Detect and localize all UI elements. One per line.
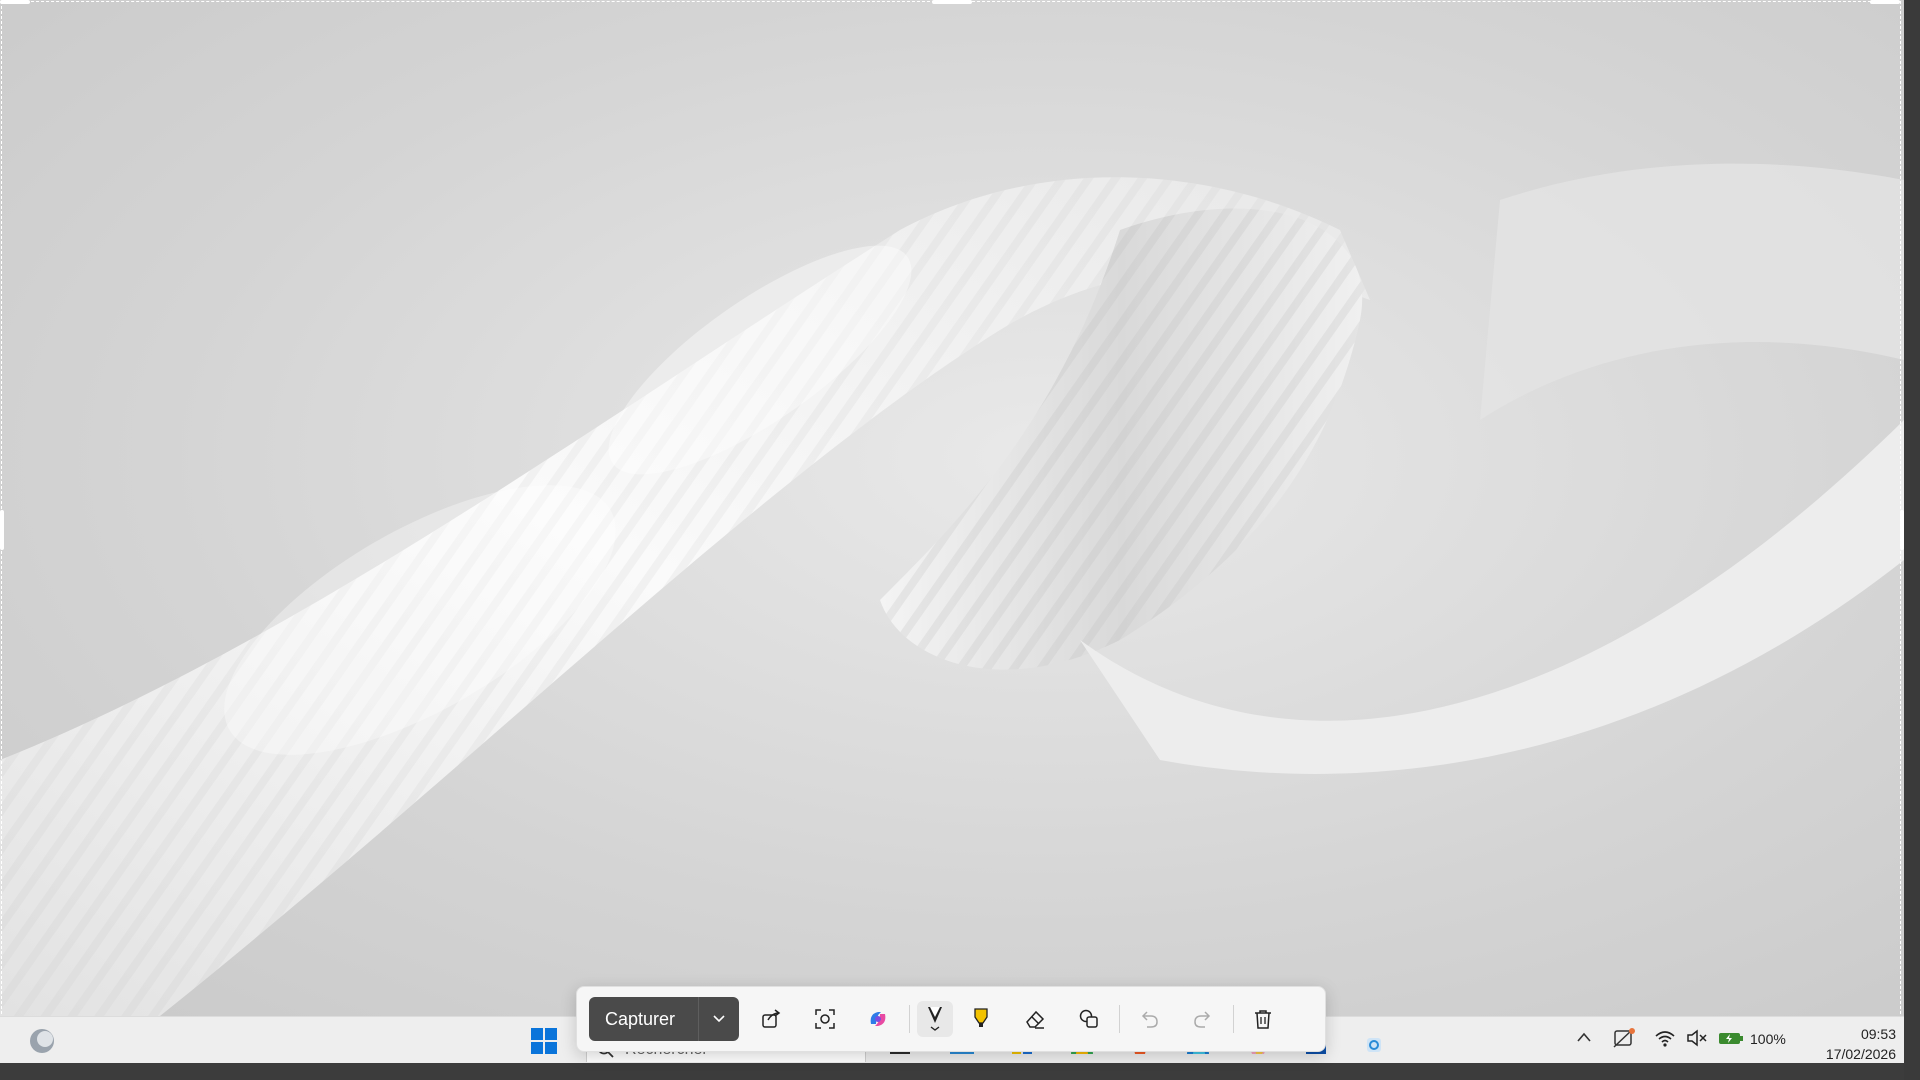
snipping-toolbar: Capturer <box>576 986 1326 1052</box>
clock-date: 17/02/2026 <box>1825 1046 1896 1062</box>
resize-handle-top[interactable] <box>932 0 972 4</box>
clock-time: 09:53 <box>1860 1026 1896 1042</box>
desktop-wallpaper <box>0 0 1904 1016</box>
text-actions-icon[interactable] <box>807 1001 843 1037</box>
toolbar-divider <box>909 1005 910 1033</box>
widgets-icon[interactable] <box>26 1025 58 1057</box>
wifi-icon[interactable] <box>1654 1028 1676 1051</box>
resize-handle-top-right[interactable] <box>1870 0 1900 4</box>
highlighter-icon[interactable] <box>963 1001 999 1037</box>
eraser-icon[interactable] <box>1017 1001 1053 1037</box>
delete-icon[interactable] <box>1245 1001 1281 1037</box>
show-hidden-icons-chevron-up-icon[interactable] <box>1576 1030 1592 1046</box>
screen-edge-right <box>1904 0 1920 1080</box>
redo-icon[interactable] <box>1185 1001 1221 1037</box>
toolbar-divider <box>1119 1005 1120 1033</box>
recycle-icon[interactable] <box>1358 1025 1390 1057</box>
resize-handle-top-left[interactable] <box>0 0 30 4</box>
share-icon[interactable] <box>753 1001 789 1037</box>
capture-button-label: Capturer <box>605 1008 676 1029</box>
battery-charging-icon[interactable] <box>1718 1030 1744 1049</box>
battery-percent: 100% <box>1750 1031 1786 1047</box>
screen-edge-bottom <box>0 1062 1904 1080</box>
volume-muted-icon[interactable] <box>1686 1029 1708 1050</box>
toolbar-divider <box>1233 1005 1234 1033</box>
chevron-down-icon[interactable] <box>698 997 739 1041</box>
undo-icon[interactable] <box>1131 1001 1167 1037</box>
pen-icon[interactable] <box>917 1001 953 1037</box>
copilot-icon[interactable] <box>860 1001 896 1037</box>
clock[interactable]: 09:53 17/02/2026 <box>1800 1024 1896 1064</box>
start-button[interactable] <box>528 1025 560 1057</box>
capture-button[interactable]: Capturer <box>589 997 739 1041</box>
shapes-icon[interactable] <box>1071 1001 1107 1037</box>
resize-handle-left[interactable] <box>0 510 4 550</box>
no-meeting-icon[interactable] <box>1612 1027 1636 1052</box>
